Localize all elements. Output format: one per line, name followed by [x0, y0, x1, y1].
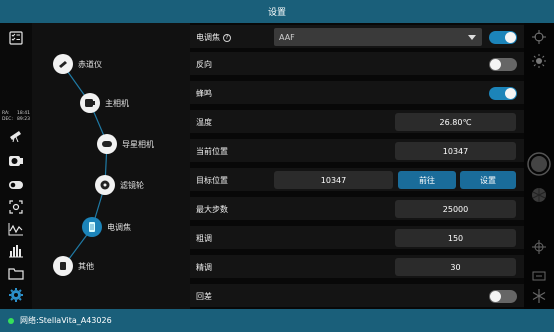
backlash-row: 回差: [190, 284, 524, 309]
max-steps-row: 最大步数 25000: [190, 197, 524, 222]
fine-label: 精调: [196, 263, 212, 272]
focuser-enable-toggle[interactable]: [489, 31, 517, 44]
tree-node-main-camera[interactable]: 主相机: [80, 93, 129, 113]
focuser-select[interactable]: AAF: [274, 28, 482, 46]
reverse-row: 反向: [190, 52, 524, 77]
crosshair-icon[interactable]: [532, 29, 546, 48]
beep-row: 蜂鸣: [190, 81, 524, 106]
filter-wheel-icon: [95, 175, 115, 195]
go-button[interactable]: 前往: [398, 171, 456, 189]
checklist-icon[interactable]: [7, 31, 25, 45]
gear-icon[interactable]: [7, 288, 25, 302]
fine-input[interactable]: 30: [395, 258, 516, 276]
target-position-input[interactable]: 10347: [274, 171, 393, 189]
coarse-label: 粗调: [196, 234, 212, 243]
tree-node-label: 赤道仪: [78, 59, 102, 69]
tree-node-label: 电调焦: [107, 222, 131, 232]
tree-node-label: 主相机: [105, 98, 129, 108]
focuser-settings-panel: 电调焦? AAF 反向 蜂鸣 温度 26.80℃ 当前位置 10347 目标位置…: [190, 23, 524, 309]
dec-label: DEC:: [2, 117, 13, 122]
network-label: 网络:: [20, 316, 39, 325]
chevron-down-icon: [468, 35, 476, 40]
connection-status-icon: [8, 317, 14, 324]
temperature-row: 温度 26.80℃: [190, 110, 524, 135]
current-position-row: 当前位置 10347: [190, 139, 524, 164]
focuser-select-row: 电调焦? AAF: [190, 25, 524, 50]
reverse-toggle[interactable]: [489, 58, 517, 71]
aperture-icon[interactable]: [531, 187, 547, 207]
telescope-icon[interactable]: [7, 128, 25, 142]
temperature-label: 温度: [196, 118, 212, 127]
beep-toggle[interactable]: [489, 87, 517, 100]
focuser-icon: [82, 217, 102, 237]
main-camera-icon: [80, 93, 100, 113]
left-sidebar: RA: 18:41 DEC: 89:23: [0, 23, 32, 309]
dec-value: 89:23: [17, 117, 30, 122]
page-title: 设置: [267, 8, 286, 18]
histogram-icon[interactable]: [7, 244, 25, 258]
max-steps-input[interactable]: 25000: [395, 200, 516, 218]
coarse-input[interactable]: 150: [395, 229, 516, 247]
tree-node-label: 滤镜轮: [120, 180, 144, 190]
camera-icon[interactable]: [7, 154, 25, 168]
current-position-value: 10347: [395, 142, 516, 160]
sun-icon[interactable]: [532, 53, 546, 72]
backlash-label: 回差: [196, 292, 212, 301]
guide-camera-icon: [97, 134, 117, 154]
tree-node-mount[interactable]: 赤道仪: [53, 54, 102, 74]
target-position-row: 目标位置 10347 前往 设置: [190, 168, 524, 193]
status-bar: 网络: StellaVita_A43026: [0, 309, 554, 332]
tree-node-focuser[interactable]: 电调焦: [82, 217, 131, 237]
temperature-value: 26.80℃: [395, 113, 516, 131]
target-cross-icon[interactable]: [532, 239, 546, 258]
reverse-label: 反向: [196, 60, 212, 69]
tree-node-label: 导星相机: [122, 139, 154, 149]
ra-dec-readout: RA: 18:41 DEC: 89:23: [2, 111, 32, 123]
focuser-label: 电调焦: [196, 33, 220, 42]
other-icon: [53, 256, 73, 276]
shutter-button-icon[interactable]: [527, 152, 551, 180]
folder-icon[interactable]: [7, 266, 25, 280]
toggle-knob: [490, 291, 501, 302]
tree-node-label: 其他: [78, 261, 94, 271]
graph-icon[interactable]: [7, 222, 25, 236]
tree-node-guide-camera[interactable]: 导星相机: [97, 134, 154, 154]
box-icon[interactable]: [532, 266, 546, 285]
max-steps-label: 最大步数: [196, 205, 228, 214]
coarse-row: 粗调 150: [190, 226, 524, 251]
toggle-knob: [505, 88, 516, 99]
focuser-select-value: AAF: [279, 32, 295, 42]
snowflake-icon[interactable]: [532, 288, 546, 307]
set-button[interactable]: 设置: [460, 171, 516, 189]
network-name: StellaVita_A43026: [38, 316, 112, 325]
title-bar: 设置: [0, 0, 554, 23]
mount-icon: [53, 54, 73, 74]
right-toolbar: [524, 23, 554, 309]
help-icon[interactable]: ?: [223, 34, 231, 42]
tree-node-filter-wheel[interactable]: 滤镜轮: [95, 175, 144, 195]
backlash-toggle[interactable]: [489, 290, 517, 303]
guide-camera-icon[interactable]: [7, 178, 25, 192]
fine-row: 精调 30: [190, 255, 524, 280]
device-tree: 赤道仪 主相机 导星相机 滤镜轮 电调焦 其他: [32, 23, 190, 309]
target-icon[interactable]: [7, 200, 25, 214]
tree-node-other[interactable]: 其他: [53, 256, 94, 276]
beep-label: 蜂鸣: [196, 89, 212, 98]
target-position-label: 目标位置: [196, 176, 228, 185]
toggle-knob: [490, 59, 501, 70]
toggle-knob: [505, 32, 516, 43]
current-position-label: 当前位置: [196, 147, 228, 156]
